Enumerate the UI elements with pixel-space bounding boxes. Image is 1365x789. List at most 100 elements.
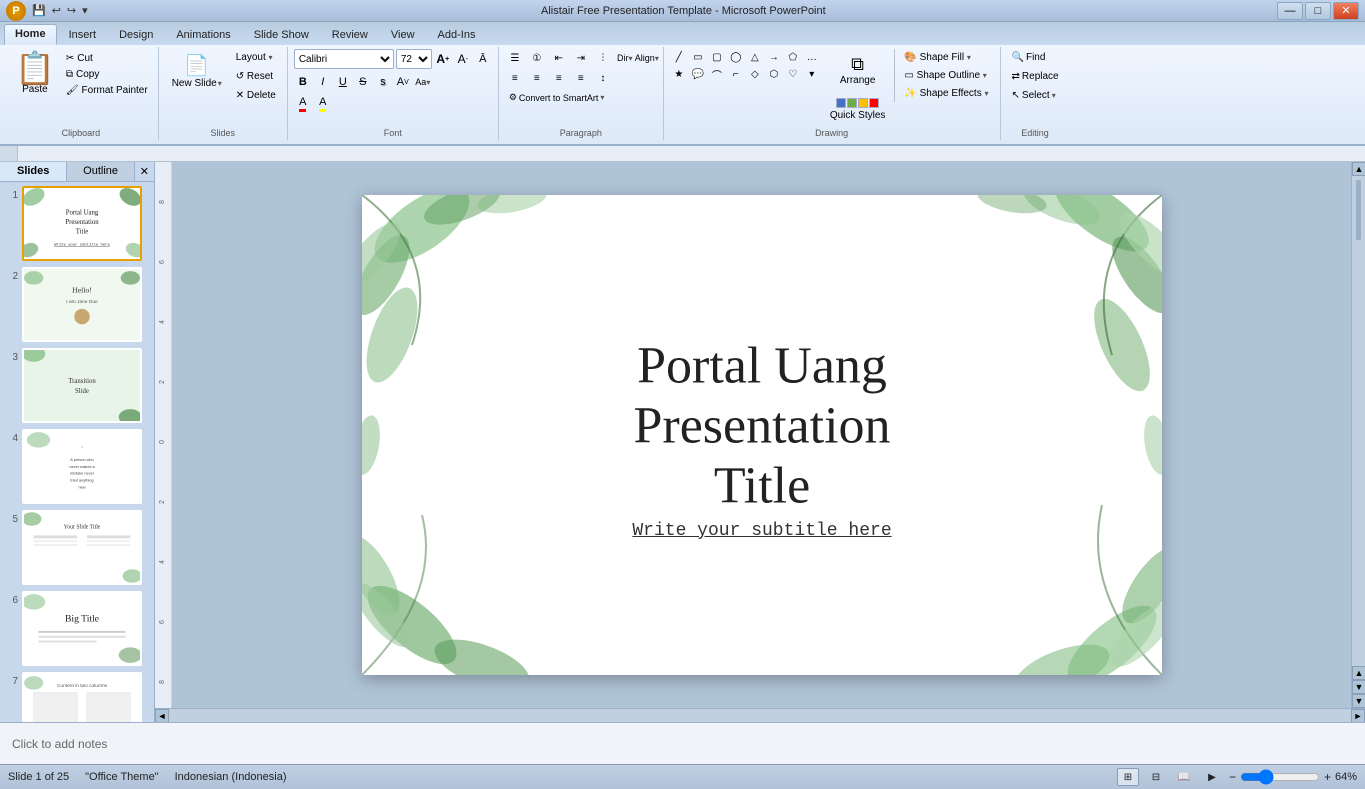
find-button[interactable]: 🔍 Find bbox=[1007, 49, 1051, 66]
italic-button[interactable]: I bbox=[314, 73, 332, 91]
panel-close-button[interactable]: ✕ bbox=[135, 162, 154, 181]
redo-btn[interactable]: ↪ bbox=[65, 3, 78, 18]
slide-thumb-6[interactable]: 6 Big Title bbox=[4, 591, 150, 666]
tab-insert[interactable]: Insert bbox=[58, 25, 108, 45]
slide-canvas[interactable]: Portal Uang Presentation Title Write you… bbox=[362, 195, 1162, 675]
shape-outline-button[interactable]: ▭ Shape Outline ▾ bbox=[899, 67, 993, 84]
tab-design[interactable]: Design bbox=[108, 25, 164, 45]
slide-image-3[interactable]: Transition Slide bbox=[22, 348, 142, 423]
arrange-button[interactable]: ⧉ Arrange bbox=[823, 49, 893, 91]
align-center-button[interactable]: ≡ bbox=[527, 69, 547, 87]
shape-ellipse[interactable]: ◯ bbox=[727, 49, 745, 65]
cut-button[interactable]: ✂ Cut bbox=[62, 51, 152, 66]
scroll-thumb-v[interactable] bbox=[1356, 180, 1361, 240]
shape-curve[interactable]: ⌒ bbox=[708, 66, 726, 82]
decrease-font-button[interactable]: A- bbox=[454, 50, 472, 68]
tab-home[interactable]: Home bbox=[4, 24, 57, 45]
slides-tab[interactable]: Slides bbox=[0, 162, 67, 181]
convert-smartart-button[interactable]: ⚙ Convert to SmartArt ▾ bbox=[505, 89, 609, 106]
shadow-button[interactable]: s bbox=[374, 73, 392, 91]
slide-image-5[interactable]: Your Slide Title bbox=[22, 510, 142, 585]
format-painter-button[interactable]: 🖌 Format Painter bbox=[62, 83, 152, 98]
delete-button[interactable]: ✕ Delete bbox=[231, 87, 281, 104]
highlight-button[interactable]: A bbox=[314, 95, 332, 113]
slide-image-2[interactable]: Hello! I am Jane Doe bbox=[22, 267, 142, 342]
slide-thumb-4[interactable]: 4 " A person who never makes a mistake n… bbox=[4, 429, 150, 504]
reset-button[interactable]: ↺ Reset bbox=[231, 68, 281, 85]
scroll-right-button[interactable]: ► bbox=[1351, 709, 1365, 723]
scroll-left-button[interactable]: ◄ bbox=[155, 709, 169, 723]
font-size-select[interactable]: 72 bbox=[396, 49, 432, 69]
shape-fill-button[interactable]: 🎨 Shape Fill ▾ bbox=[899, 49, 993, 66]
slide-image-6[interactable]: Big Title bbox=[22, 591, 142, 666]
clear-format-button[interactable]: Ā bbox=[474, 50, 492, 68]
shape-line[interactable]: ╱ bbox=[670, 49, 688, 65]
zoom-in-button[interactable]: + bbox=[1324, 770, 1331, 784]
replace-button[interactable]: ⇄ Replace bbox=[1007, 68, 1064, 85]
shape-more2[interactable]: ▾ bbox=[803, 66, 821, 82]
tab-slideshow[interactable]: Slide Show bbox=[243, 25, 320, 45]
slide-sorter-button[interactable]: ⊟ bbox=[1145, 768, 1167, 786]
tab-addins[interactable]: Add-Ins bbox=[427, 25, 487, 45]
font-color-button[interactable]: A bbox=[294, 95, 312, 113]
scroll-down-page[interactable]: ▼ bbox=[1352, 680, 1365, 694]
slide-canvas-wrapper[interactable]: Portal Uang Presentation Title Write you… bbox=[173, 162, 1351, 708]
bold-button[interactable]: B bbox=[294, 73, 312, 91]
slide-image-4[interactable]: " A person who never makes a mistake nev… bbox=[22, 429, 142, 504]
slide-thumb-5[interactable]: 5 Your Slide Title bbox=[4, 510, 150, 585]
casing-button[interactable]: Aa▾ bbox=[414, 73, 432, 91]
tab-animations[interactable]: Animations bbox=[165, 25, 241, 45]
shape-more[interactable]: … bbox=[803, 49, 821, 65]
slide-title[interactable]: Portal Uang Presentation Title bbox=[633, 336, 890, 515]
reading-view-button[interactable]: 📖 bbox=[1173, 768, 1195, 786]
copy-button[interactable]: ⧉ Copy bbox=[62, 67, 152, 82]
minimize-button[interactable]: — bbox=[1277, 2, 1303, 20]
select-button[interactable]: ↖ Select ▾ bbox=[1007, 87, 1061, 104]
layout-button[interactable]: Layout ▾ bbox=[231, 49, 281, 66]
line-spacing-button[interactable]: ↕ bbox=[593, 69, 613, 87]
slide-thumb-1[interactable]: 1 Portal Uang Presentation Title Write y… bbox=[4, 186, 150, 261]
strikethrough-button[interactable]: S bbox=[354, 73, 372, 91]
notes-area[interactable]: Click to add notes bbox=[0, 722, 1365, 764]
numbered-list-button[interactable]: ① bbox=[527, 49, 547, 67]
increase-indent-button[interactable]: ⇥ bbox=[571, 49, 591, 67]
font-name-select[interactable]: Calibri bbox=[294, 49, 394, 69]
align-left-button[interactable]: ≡ bbox=[505, 69, 525, 87]
shape-rect[interactable]: ▭ bbox=[689, 49, 707, 65]
quick-styles-button[interactable]: Quick Styles bbox=[823, 93, 893, 126]
spacing-button[interactable]: AV bbox=[394, 73, 412, 91]
slide-subtitle[interactable]: Write your subtitle here bbox=[632, 521, 891, 541]
text-direction-button[interactable]: Dir▾ bbox=[615, 49, 635, 67]
slideshow-view-button[interactable]: ▶ bbox=[1201, 768, 1223, 786]
shape-arrow[interactable]: → bbox=[765, 49, 783, 65]
align-right-button[interactable]: ≡ bbox=[549, 69, 569, 87]
maximize-button[interactable]: □ bbox=[1305, 2, 1331, 20]
slide-thumb-3[interactable]: 3 Transition Slide bbox=[4, 348, 150, 423]
shape-triangle[interactable]: △ bbox=[746, 49, 764, 65]
scroll-down-button[interactable]: ▼ bbox=[1352, 694, 1365, 708]
slide-image-1[interactable]: Portal Uang Presentation Title Write you… bbox=[22, 186, 142, 261]
shape-connector[interactable]: ⌐ bbox=[727, 66, 745, 82]
shape-hexagon[interactable]: ⬡ bbox=[765, 66, 783, 82]
slide-thumb-2[interactable]: 2 Hello! I am Jane Doe bbox=[4, 267, 150, 342]
scroll-up-button[interactable]: ▲ bbox=[1352, 162, 1365, 176]
justify-button[interactable]: ≡ bbox=[571, 69, 591, 87]
shape-rounded-rect[interactable]: ▢ bbox=[708, 49, 726, 65]
tab-view[interactable]: View bbox=[380, 25, 426, 45]
normal-view-button[interactable]: ⊞ bbox=[1117, 768, 1139, 786]
underline-button[interactable]: U bbox=[334, 73, 352, 91]
zoom-slider[interactable] bbox=[1240, 770, 1320, 784]
bullet-list-button[interactable]: ☰ bbox=[505, 49, 525, 67]
close-button[interactable]: ✕ bbox=[1333, 2, 1359, 20]
new-slide-button[interactable]: 📄 New Slide ▾ bbox=[165, 49, 229, 93]
shape-heart[interactable]: ♡ bbox=[784, 66, 802, 82]
shape-star[interactable]: ★ bbox=[670, 66, 688, 82]
customize-qa[interactable]: ▾ bbox=[80, 3, 90, 18]
outline-tab[interactable]: Outline bbox=[67, 162, 134, 181]
align-text-button[interactable]: Align▾ bbox=[637, 49, 657, 67]
shape-pentagon[interactable]: ⬠ bbox=[784, 49, 802, 65]
shape-effects-button[interactable]: ✨ Shape Effects ▾ bbox=[899, 85, 993, 102]
undo-btn[interactable]: ↩ bbox=[50, 3, 63, 18]
shape-diamond[interactable]: ◇ bbox=[746, 66, 764, 82]
zoom-out-button[interactable]: − bbox=[1229, 770, 1236, 784]
